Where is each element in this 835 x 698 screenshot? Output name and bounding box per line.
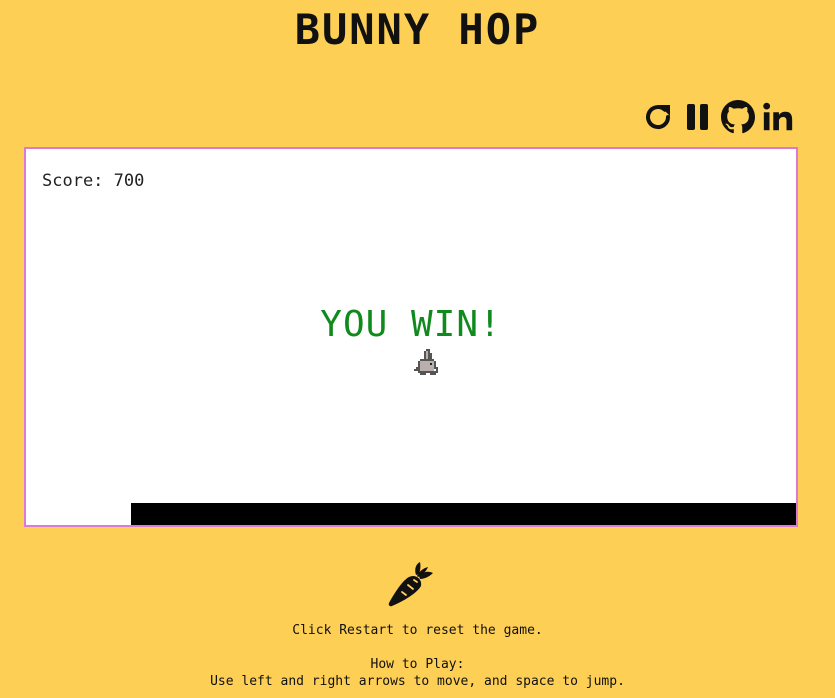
win-message: YOU WIN! [320,304,502,345]
howto-title: How to Play: [370,657,465,672]
github-icon [721,100,755,134]
carrot-icon [388,562,433,607]
linkedin-icon [763,102,793,131]
restart-icon [646,105,671,130]
pause-button[interactable] [681,98,715,136]
game-title: BUNNY HOP [294,5,541,54]
restart-hint: Click Restart to reset the game. [292,623,543,638]
github-link[interactable] [721,98,755,136]
bunny-icon [414,349,438,375]
restart-button[interactable] [641,98,675,136]
pause-icon [687,104,708,130]
linkedin-link[interactable] [761,98,795,136]
toolbar [641,96,795,138]
ground-platform [131,503,796,525]
game-canvas[interactable]: Score: 700 YOU WIN! [24,147,798,527]
score-label: Score: 700 [42,171,145,191]
howto-text: Use left and right arrows to move, and s… [210,674,625,689]
